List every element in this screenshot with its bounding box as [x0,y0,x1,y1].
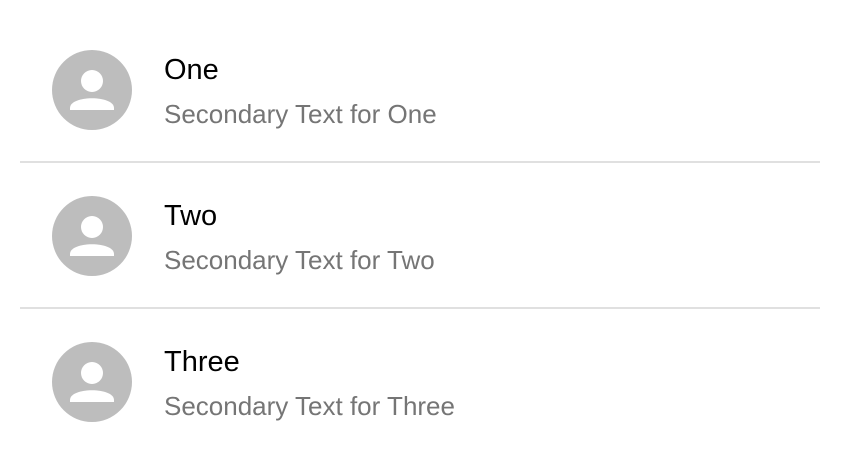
list-item-secondary-text: Secondary Text for Three [164,391,455,421]
list-item-primary-text: One [164,54,219,86]
list-item-secondary-text: Secondary Text for Two [164,245,435,275]
avatar [52,196,132,276]
person-icon [70,362,114,402]
list-item[interactable]: Two Secondary Text for Two [20,163,820,309]
list-item-primary-text: Three [164,346,240,378]
person-icon [70,70,114,110]
list-item[interactable]: One Secondary Text for One [20,17,820,163]
list: One Secondary Text for One Two Secondary… [0,0,858,470]
list-item-primary-text: Two [164,200,218,232]
list-item[interactable]: Three Secondary Text for Three [20,309,820,455]
list-item-secondary-text: Secondary Text for One [164,99,437,129]
avatar [52,50,132,130]
person-icon [70,216,114,256]
avatar [52,342,132,422]
